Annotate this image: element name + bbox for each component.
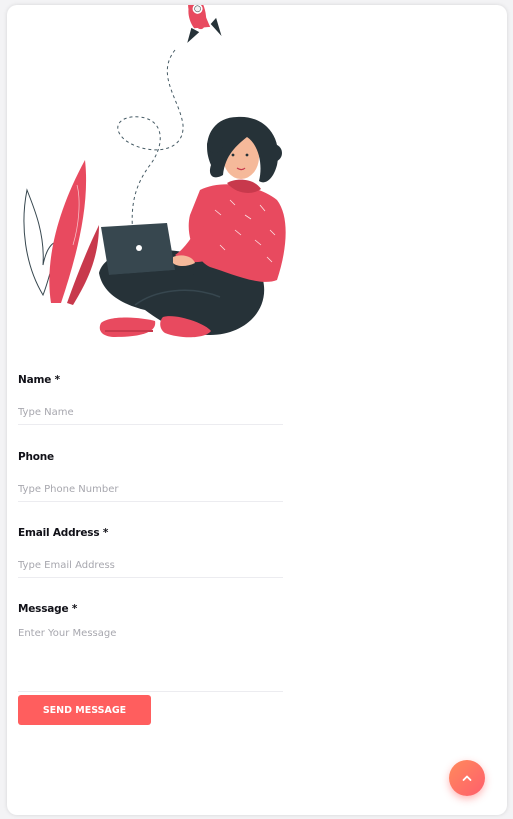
- email-input[interactable]: [18, 553, 283, 578]
- email-label: Email Address *: [18, 527, 109, 539]
- name-input[interactable]: [18, 400, 283, 425]
- send-message-button[interactable]: SEND MESSAGE: [18, 695, 151, 725]
- message-label: Message *: [18, 603, 78, 615]
- woman-with-laptop-illustration: [23, 5, 286, 338]
- name-field-group: Name *: [18, 373, 283, 425]
- contact-form: Name * Phone Email Address * Message *: [18, 373, 283, 692]
- phone-label: Phone: [18, 451, 54, 463]
- message-field-group: Message *: [18, 602, 283, 692]
- rocket-icon: [187, 5, 222, 43]
- phone-input[interactable]: [18, 477, 283, 502]
- scroll-to-top-button[interactable]: [449, 760, 485, 796]
- message-textarea[interactable]: [18, 626, 283, 692]
- contact-card: Name * Phone Email Address * Message * S…: [7, 5, 507, 815]
- name-label: Name *: [18, 374, 60, 386]
- email-field-group: Email Address *: [18, 526, 283, 578]
- chevron-up-icon: [462, 775, 472, 781]
- phone-field-group: Phone: [18, 450, 283, 502]
